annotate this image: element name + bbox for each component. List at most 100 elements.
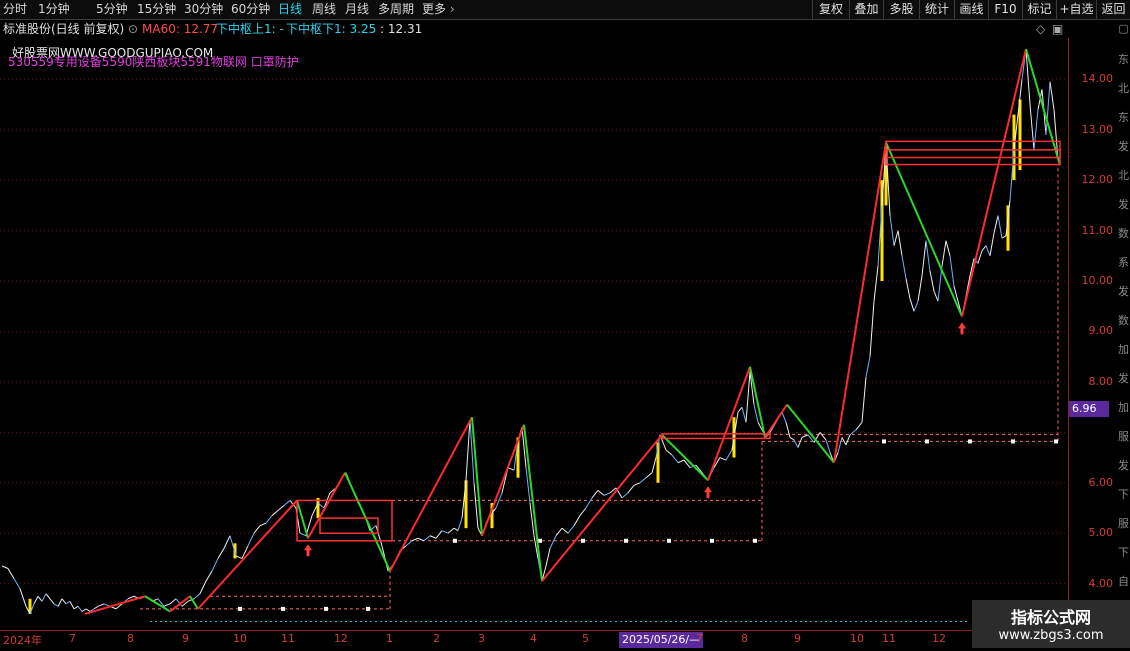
- window-toggle-icon[interactable]: ▣: [1052, 20, 1063, 38]
- zigzag-stroke: [84, 595, 146, 615]
- date-badge: 2025/05/26/—: [619, 632, 704, 648]
- indicator-value: : 12.31: [380, 22, 423, 36]
- price-segment: [223, 535, 231, 549]
- price-segment: [801, 434, 809, 438]
- price-segment: [905, 278, 911, 299]
- x-tick-label: 2: [433, 632, 440, 645]
- current-price-tag: 6.96: [1069, 401, 1109, 417]
- toolbar-button-7[interactable]: +自选: [1056, 0, 1096, 19]
- price-segment: [193, 593, 201, 600]
- price-segment: [781, 411, 787, 423]
- zhongshu-up-value: 下中枢上1: -: [216, 22, 284, 36]
- price-segment: [73, 605, 79, 610]
- price-segment: [435, 530, 443, 539]
- date-axis: 2025/05/26/— 2024年 7 8 9 10 11 12 1 2 3 4 5 7 8 9 10 11 1…: [0, 630, 1130, 651]
- level-marker: [1054, 439, 1058, 444]
- price-segment: [265, 515, 273, 524]
- period-tab-10[interactable]: 更多 ›: [422, 0, 455, 19]
- y-tick-label: 10.00: [1081, 274, 1114, 288]
- y-tick-label: 13.00: [1081, 122, 1114, 136]
- level-marker: [1011, 439, 1015, 444]
- side-panel-char: 东: [1118, 53, 1129, 66]
- x-tick-label: 9: [182, 632, 189, 645]
- price-chart[interactable]: 好股票网WWW.GOODGUPIAO.COM 530559专用设备5590陕西板…: [0, 38, 1068, 630]
- price-segment: [981, 245, 987, 252]
- toolbar-button-6[interactable]: 标记: [1022, 0, 1056, 19]
- price-segment: [429, 535, 437, 539]
- x-tick-label: 7: [69, 632, 76, 645]
- price-segment: [1029, 104, 1035, 150]
- price-segment: [873, 265, 879, 302]
- price-segment: [585, 497, 593, 509]
- side-panel-char: 加: [1118, 401, 1129, 414]
- zigzag-stroke: [707, 366, 751, 481]
- x-tick-label: 9: [794, 632, 801, 645]
- price-segment: [865, 356, 871, 377]
- ma60-value: MA60: 12.77: [142, 22, 219, 36]
- side-panel-char: 下: [1118, 488, 1129, 501]
- price-segment: [49, 598, 55, 605]
- side-panel-char: 北: [1118, 82, 1129, 95]
- price-segment: [423, 535, 431, 542]
- level-marker: [925, 439, 929, 444]
- period-tab-6[interactable]: 日线: [278, 0, 302, 19]
- price-segment: [639, 477, 647, 484]
- price-segment: [405, 540, 413, 547]
- x-tick-label: 11: [281, 632, 295, 645]
- side-panel-char: 发: [1118, 372, 1129, 385]
- price-segment: [85, 608, 91, 612]
- settings-icon[interactable]: ⊙: [128, 20, 138, 38]
- level-marker: [238, 606, 242, 611]
- period-tab-4[interactable]: 30分钟: [184, 0, 223, 19]
- chart-canvas[interactable]: [0, 38, 1068, 630]
- watermark-title: 指标公式网: [1010, 608, 1091, 627]
- price-segment: [945, 240, 951, 256]
- price-segment: [913, 301, 919, 312]
- price-segment: [57, 598, 63, 607]
- price-segment: [41, 593, 47, 602]
- price-segment: [7, 568, 15, 579]
- x-tick-label: 5: [582, 632, 589, 645]
- x-tick-label: 8: [127, 632, 134, 645]
- concept-tags: 530559专用设备5590陕西板块5591物联网 口罩防护: [8, 55, 299, 69]
- zigzag-stroke: [1025, 48, 1061, 166]
- level-marker: [710, 538, 714, 543]
- side-panel-char: 服: [1118, 430, 1129, 443]
- period-tab-1[interactable]: 1分钟: [38, 0, 70, 19]
- price-segment: [33, 596, 39, 605]
- price-segment: [61, 598, 67, 605]
- price-segment: [917, 275, 923, 302]
- period-tab-9[interactable]: 多周期: [378, 0, 414, 19]
- price-segment: [169, 598, 177, 605]
- zigzag-stroke: [833, 142, 887, 463]
- side-panel-char: 北: [1118, 169, 1129, 182]
- price-segment: [909, 298, 915, 312]
- x-tick-label: 10: [850, 632, 864, 645]
- y-tick-label: 4.00: [1088, 576, 1114, 590]
- price-segment: [989, 233, 995, 256]
- price-segment: [205, 570, 213, 582]
- toolbar-button-2[interactable]: 多股: [883, 0, 919, 19]
- toolbar-button-0[interactable]: 复权: [812, 0, 849, 19]
- toolbar-button-5[interactable]: F10: [988, 0, 1022, 19]
- price-segment: [1, 565, 9, 569]
- toolbar-button-3[interactable]: 统计: [919, 0, 954, 19]
- y-tick-label: 14.00: [1081, 72, 1114, 86]
- toolbar-button-4[interactable]: 画线: [954, 0, 988, 19]
- price-segment: [645, 472, 653, 479]
- price-segment: [651, 457, 657, 473]
- price-segment: [163, 603, 171, 607]
- period-tab-0[interactable]: 分时: [3, 0, 27, 19]
- diamond-icon[interactable]: ◇: [1036, 20, 1045, 38]
- toolbar-button-8[interactable]: 返回: [1096, 0, 1130, 19]
- period-tab-3[interactable]: 15分钟: [137, 0, 176, 19]
- price-segment: [897, 230, 903, 256]
- price-segment: [447, 527, 455, 534]
- zigzag-stroke: [296, 500, 309, 539]
- toolbar-button-1[interactable]: 叠加: [849, 0, 883, 19]
- period-tab-5[interactable]: 60分钟: [231, 0, 270, 19]
- period-tab-2[interactable]: 5分钟: [96, 0, 128, 19]
- period-tab-7[interactable]: 周线: [312, 0, 336, 19]
- price-segment: [597, 489, 605, 496]
- period-tab-8[interactable]: 月线: [345, 0, 369, 19]
